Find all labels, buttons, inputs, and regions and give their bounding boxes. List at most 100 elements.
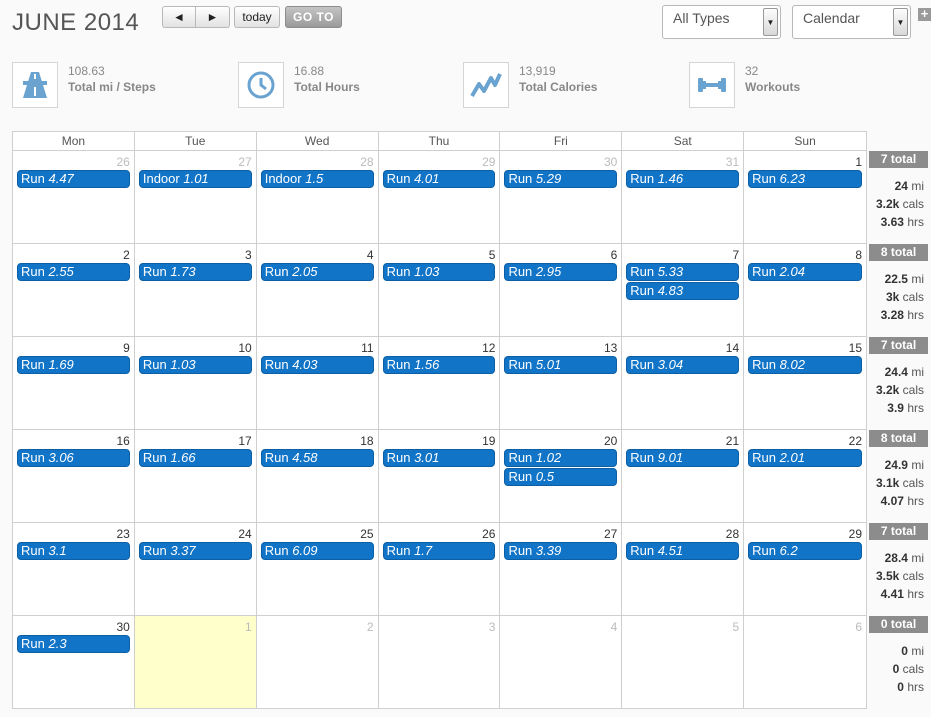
day-cell[interactable]: 3 xyxy=(378,616,501,709)
day-cell[interactable]: 12 Run 1.56 xyxy=(378,337,501,430)
day-cell[interactable]: 22 Run 2.01 xyxy=(744,430,868,523)
day-cell[interactable]: 16 Run 3.06 xyxy=(13,430,135,523)
workout-event[interactable]: Run 4.51 xyxy=(626,542,740,560)
workout-type: Run xyxy=(508,543,533,558)
today-button[interactable]: today xyxy=(234,6,280,28)
view-select[interactable]: Calendar ▼ xyxy=(792,5,911,39)
workout-event[interactable]: Run 1.73 xyxy=(138,263,252,281)
day-cell[interactable]: 27 Indoor 1.01 xyxy=(134,151,257,244)
day-events: Run 2.3 xyxy=(17,635,130,654)
day-cell[interactable]: 26 Run 1.7 xyxy=(378,523,501,616)
next-month-button[interactable]: ► xyxy=(196,6,230,28)
day-cell[interactable]: 20 Run 1.02 Run 0.5 xyxy=(500,430,623,523)
day-cell[interactable]: 15 Run 8.02 xyxy=(744,337,868,430)
day-cell[interactable]: 28 Indoor 1.5 xyxy=(256,151,379,244)
day-cell[interactable]: 17 Run 1.66 xyxy=(134,430,257,523)
workout-event[interactable]: Run 2.04 xyxy=(748,263,863,281)
workout-event[interactable]: Run 1.03 xyxy=(138,356,252,374)
workout-event[interactable]: Run 5.01 xyxy=(504,356,618,374)
day-cell[interactable]: 1 xyxy=(134,616,257,709)
workout-event[interactable]: Run 1.56 xyxy=(382,356,496,374)
week-row: 2 Run 2.55 3 Run 1.73 4 Run 2.05 5 Run 1.03 6 Run… xyxy=(13,244,868,337)
workout-event[interactable]: Run 3.06 xyxy=(17,449,130,467)
workout-event[interactable]: Run 2.01 xyxy=(748,449,863,467)
day-cell[interactable]: 11 Run 4.03 xyxy=(256,337,379,430)
day-cell[interactable]: 31 Run 1.46 xyxy=(622,151,745,244)
day-cell[interactable]: 6 Run 2.95 xyxy=(500,244,623,337)
workout-event[interactable]: Run 3.37 xyxy=(138,542,252,560)
workout-event[interactable]: Run 1.46 xyxy=(626,170,740,188)
week-total-mi-unit: mi xyxy=(911,365,924,379)
workout-event[interactable]: Run 4.03 xyxy=(260,356,374,374)
day-cell[interactable]: 6 xyxy=(744,616,868,709)
workout-event[interactable]: Run 5.29 xyxy=(504,170,618,188)
workout-event[interactable]: Run 1.7 xyxy=(382,542,496,560)
workout-event[interactable]: Run 3.01 xyxy=(382,449,496,467)
add-icon[interactable]: + xyxy=(918,7,931,21)
week-total-cals-unit: cals xyxy=(902,290,924,304)
day-cell[interactable]: 29 Run 4.01 xyxy=(378,151,501,244)
day-cell[interactable]: 9 Run 1.69 xyxy=(13,337,135,430)
day-cell[interactable]: 19 Run 3.01 xyxy=(378,430,501,523)
day-cell[interactable]: 23 Run 3.1 xyxy=(13,523,135,616)
day-cell[interactable]: 4 xyxy=(500,616,623,709)
day-cell[interactable]: 18 Run 4.58 xyxy=(256,430,379,523)
day-cell[interactable]: 13 Run 5.01 xyxy=(500,337,623,430)
day-cell[interactable]: 30 Run 5.29 xyxy=(500,151,623,244)
week-total-hrs-unit: hrs xyxy=(907,587,924,601)
workout-event[interactable]: Run 2.55 xyxy=(17,263,130,281)
workout-event[interactable]: Indoor 1.01 xyxy=(138,170,252,188)
day-cell[interactable]: 2 xyxy=(256,616,379,709)
workout-event[interactable]: Run 6.23 xyxy=(748,170,863,188)
day-cell[interactable]: 8 Run 2.04 xyxy=(744,244,868,337)
goto-button[interactable]: GO TO xyxy=(285,6,342,28)
workout-event[interactable]: Run 1.66 xyxy=(138,449,252,467)
workout-event[interactable]: Run 2.3 xyxy=(17,635,130,653)
day-cell[interactable]: 5 Run 1.03 xyxy=(378,244,501,337)
workout-event[interactable]: Indoor 1.5 xyxy=(260,170,374,188)
day-cell[interactable]: 1 Run 6.23 xyxy=(744,151,868,244)
weekday-mon: Mon xyxy=(13,132,135,151)
chevron-down-icon[interactable]: ▼ xyxy=(893,8,908,36)
workout-event[interactable]: Run 9.01 xyxy=(626,449,740,467)
workout-event[interactable]: Run 3.04 xyxy=(626,356,740,374)
day-cell[interactable]: 3 Run 1.73 xyxy=(134,244,257,337)
workout-event[interactable]: Run 3.39 xyxy=(504,542,618,560)
workout-event[interactable]: Run 5.33 xyxy=(626,263,740,281)
workout-event[interactable]: Run 4.47 xyxy=(17,170,130,188)
workout-type-select[interactable]: All Types ▼ xyxy=(662,5,781,39)
workout-event[interactable]: Run 4.58 xyxy=(260,449,374,467)
day-cell[interactable]: 27 Run 3.39 xyxy=(500,523,623,616)
day-cell[interactable]: 30 Run 2.3 xyxy=(13,616,135,709)
workout-event[interactable]: Run 3.1 xyxy=(17,542,130,560)
workout-event[interactable]: Run 8.02 xyxy=(748,356,863,374)
week-total-cals: 3.5k cals xyxy=(876,569,924,583)
workout-distance: 1.66 xyxy=(170,450,196,465)
week-total-hrs: 3.63 hrs xyxy=(881,215,924,229)
prev-month-button[interactable]: ◄ xyxy=(162,6,196,28)
day-cell[interactable]: 2 Run 2.55 xyxy=(13,244,135,337)
workout-event[interactable]: Run 6.09 xyxy=(260,542,374,560)
day-cell[interactable]: 5 xyxy=(622,616,745,709)
workout-event[interactable]: Run 1.69 xyxy=(17,356,130,374)
day-cell[interactable]: 14 Run 3.04 xyxy=(622,337,745,430)
day-cell[interactable]: 25 Run 6.09 xyxy=(256,523,379,616)
workout-event[interactable]: Run 4.01 xyxy=(382,170,496,188)
day-cell[interactable]: 29 Run 6.2 xyxy=(744,523,868,616)
day-cell[interactable]: 26 Run 4.47 xyxy=(13,151,135,244)
workout-event[interactable]: Run 1.02 xyxy=(504,449,618,467)
day-cell[interactable]: 7 Run 5.33 Run 4.83 xyxy=(622,244,745,337)
workout-event[interactable]: Run 6.2 xyxy=(748,542,863,560)
workout-event[interactable]: Run 4.83 xyxy=(626,282,740,300)
workout-event[interactable]: Run 0.5 xyxy=(504,468,618,486)
workout-distance: 2.95 xyxy=(535,264,562,279)
day-cell[interactable]: 24 Run 3.37 xyxy=(134,523,257,616)
day-cell[interactable]: 28 Run 4.51 xyxy=(622,523,745,616)
day-cell[interactable]: 4 Run 2.05 xyxy=(256,244,379,337)
day-cell[interactable]: 21 Run 9.01 xyxy=(622,430,745,523)
workout-event[interactable]: Run 2.95 xyxy=(504,263,618,281)
day-cell[interactable]: 10 Run 1.03 xyxy=(134,337,257,430)
chevron-down-icon[interactable]: ▼ xyxy=(763,8,778,36)
workout-event[interactable]: Run 2.05 xyxy=(260,263,374,281)
workout-event[interactable]: Run 1.03 xyxy=(382,263,496,281)
